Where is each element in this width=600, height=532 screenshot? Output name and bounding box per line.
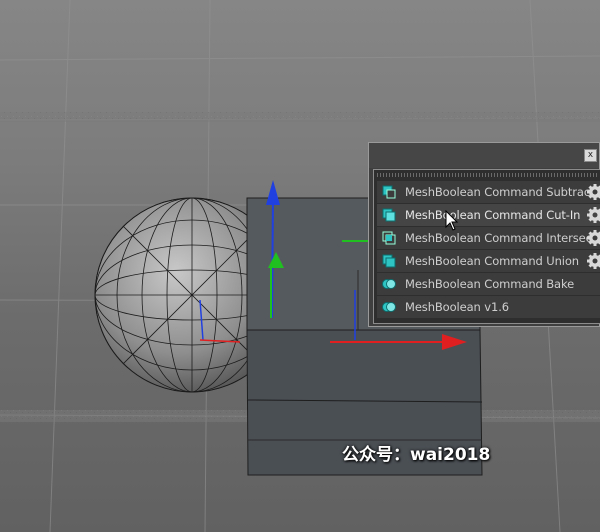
watermark-text: 公众号：wai2018 [342, 445, 491, 465]
menu-item-version[interactable]: MeshBoolean v1.6 [377, 296, 600, 318]
popup-titlebar[interactable]: x [369, 143, 599, 168]
version-icon [382, 302, 396, 312]
close-button[interactable]: x [584, 149, 597, 162]
settings-gear-icon[interactable] [587, 253, 600, 269]
cut-in-icon [382, 208, 396, 222]
subtract-icon [382, 185, 396, 199]
menu-item-label: MeshBoolean Command Intersect [405, 231, 597, 245]
union-icon [382, 254, 396, 268]
menu-item-label: MeshBoolean Command Union [405, 254, 579, 268]
bake-icon [382, 279, 396, 289]
menu-item-subtract[interactable]: MeshBoolean Command Subtract [377, 181, 600, 203]
settings-gear-icon[interactable] [587, 184, 600, 200]
menu-item-cut-in[interactable]: MeshBoolean Command Cut-In [377, 204, 600, 226]
menu-item-union[interactable]: MeshBoolean Command Union [377, 250, 600, 272]
menu-item-label: MeshBoolean Command Cut-In [405, 208, 581, 222]
meshboolean-popup: x MeshBoolean Command Subtract MeshBoole… [368, 142, 600, 327]
intersect-icon [382, 231, 396, 245]
shelf-grip-handle[interactable] [377, 173, 599, 177]
menu-item-intersect[interactable]: MeshBoolean Command Intersect [377, 227, 600, 249]
settings-gear-icon[interactable] [587, 207, 600, 223]
settings-gear-icon[interactable] [587, 230, 600, 246]
menu-item-label: MeshBoolean Command Bake [405, 277, 575, 291]
menu-item-label: MeshBoolean v1.6 [405, 300, 509, 314]
command-shelf: MeshBoolean Command Subtract MeshBoolean… [373, 169, 600, 324]
menu-item-label: MeshBoolean Command Subtract [405, 185, 595, 199]
mouse-cursor-icon [445, 210, 459, 231]
menu-item-bake[interactable]: MeshBoolean Command Bake [377, 273, 600, 295]
